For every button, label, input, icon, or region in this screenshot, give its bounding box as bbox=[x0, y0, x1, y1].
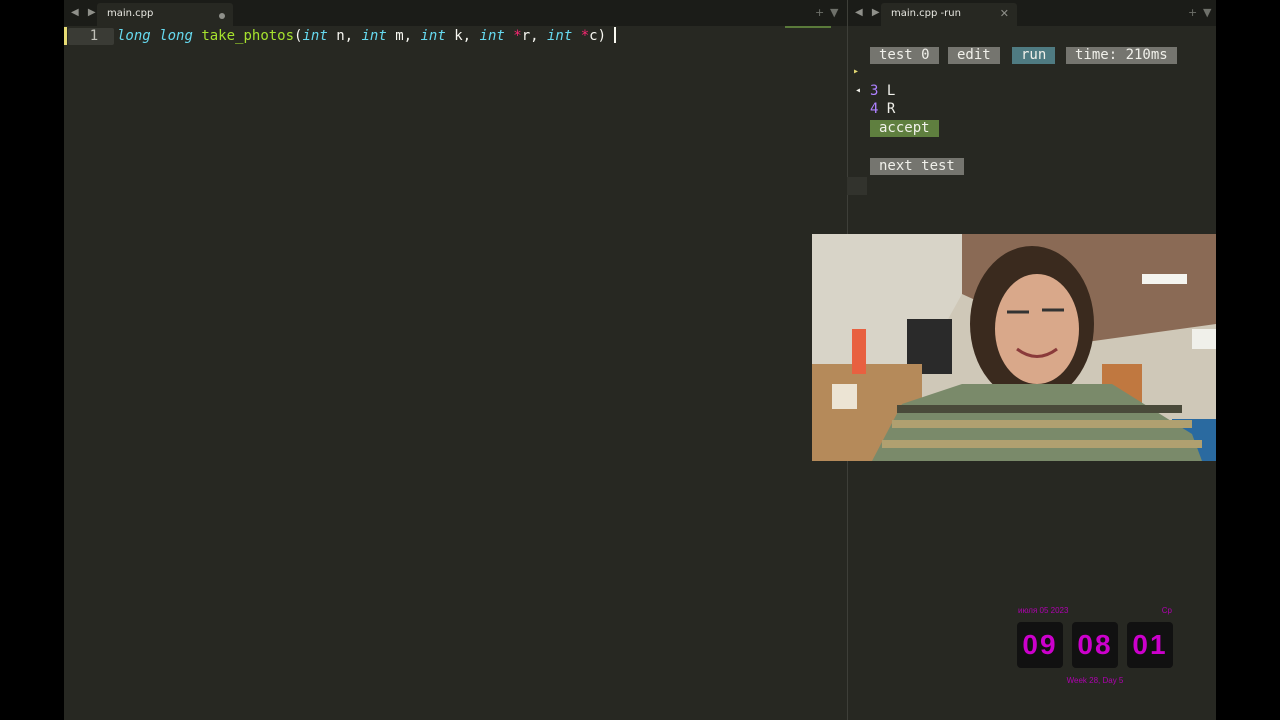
output-line: 4 R bbox=[870, 100, 895, 118]
tab-dropdown-icon[interactable]: ▼ bbox=[1203, 6, 1211, 19]
run-button[interactable]: run bbox=[1012, 47, 1056, 64]
accept-verdict-badge: accept bbox=[870, 120, 939, 137]
code-token: int bbox=[420, 28, 446, 44]
code-token: c) bbox=[589, 28, 607, 44]
minimap[interactable] bbox=[785, 26, 831, 28]
modified-line-marker bbox=[64, 27, 67, 45]
tab-label: main.cpp -run bbox=[891, 8, 961, 19]
code-token: long bbox=[159, 28, 193, 44]
code-tokens: long long take_photos(int n, int m, int … bbox=[117, 28, 606, 44]
output-line-text: L bbox=[886, 83, 896, 99]
editor-tabbar: ◀ ▶ main.cpp + ▼ bbox=[64, 0, 847, 26]
time-badge: time: 210ms bbox=[1066, 47, 1177, 64]
run-tabbar: ◀ ▶ main.cpp -run ✕ + ▼ bbox=[848, 0, 1216, 26]
webcam-overlay bbox=[812, 234, 1216, 461]
code-token: int bbox=[361, 28, 387, 44]
code-token: long bbox=[117, 28, 151, 44]
fold-arrow-icon[interactable]: ▸ bbox=[853, 66, 859, 77]
empty-line-highlight bbox=[847, 177, 867, 195]
clock-minutes: 08 bbox=[1072, 622, 1118, 668]
next-test-button[interactable]: next test bbox=[870, 158, 964, 175]
close-icon[interactable]: ✕ bbox=[1000, 3, 1009, 25]
code-token: take_photos bbox=[201, 28, 295, 44]
code-token: int bbox=[302, 28, 328, 44]
code-token: r, bbox=[521, 28, 547, 44]
line-number: 1 bbox=[89, 28, 99, 44]
output-line-number: 4 bbox=[870, 101, 879, 117]
clock-week: Week 28, Day 5 bbox=[1066, 676, 1124, 685]
text-cursor bbox=[614, 27, 617, 43]
code-token: int bbox=[546, 28, 573, 44]
clock-widget: июля 05 2023 Ср 09 08 01 Week 28, Day 5 bbox=[1014, 604, 1176, 690]
output-line: 3 L bbox=[870, 82, 895, 100]
new-tab-icon[interactable]: + bbox=[815, 6, 824, 19]
clock-seconds: 01 bbox=[1127, 622, 1173, 668]
code-line[interactable]: long long take_photos(int n, int m, int … bbox=[117, 27, 617, 45]
clock-hours: 09 bbox=[1017, 622, 1063, 668]
output-line-number: 3 bbox=[870, 83, 879, 99]
code-token: * bbox=[513, 28, 522, 44]
edit-button[interactable]: edit bbox=[948, 47, 1000, 64]
collapse-arrow-icon[interactable]: ◂ bbox=[855, 85, 861, 96]
new-tab-icon[interactable]: + bbox=[1188, 6, 1197, 19]
tab-nav-arrows-icon[interactable]: ◀ ▶ bbox=[855, 7, 883, 18]
clock-date: июля 05 2023 bbox=[1018, 606, 1069, 615]
unsaved-dot-icon[interactable] bbox=[219, 13, 225, 19]
code-token: int bbox=[479, 28, 505, 44]
code-token: k, bbox=[445, 28, 480, 44]
tab-main-cpp-run[interactable]: main.cpp -run ✕ bbox=[881, 3, 1017, 26]
tab-main-cpp[interactable]: main.cpp bbox=[97, 3, 233, 26]
tab-label: main.cpp bbox=[107, 8, 154, 19]
code-token: m, bbox=[386, 28, 421, 44]
code-token: * bbox=[580, 28, 590, 44]
webcam-image bbox=[812, 234, 1216, 461]
test-selector-button[interactable]: test 0 bbox=[870, 47, 939, 64]
code-token: n, bbox=[327, 28, 362, 44]
clock-weekday: Ср bbox=[1161, 606, 1172, 615]
output-line-text: R bbox=[886, 101, 896, 117]
tab-dropdown-icon[interactable]: ▼ bbox=[830, 6, 838, 19]
tab-nav-arrows-icon[interactable]: ◀ ▶ bbox=[71, 7, 99, 18]
